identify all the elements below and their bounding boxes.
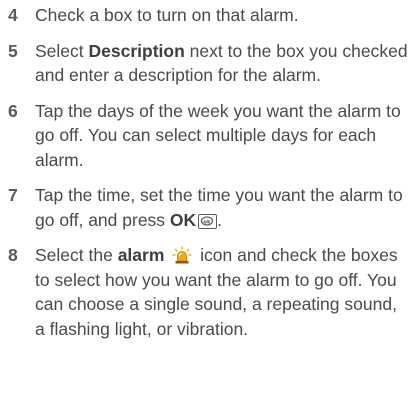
step-text: Check a box to turn on that alarm. xyxy=(35,5,299,25)
alarm-light-icon xyxy=(172,246,192,264)
step-number: 6 xyxy=(8,100,18,121)
step-4: 4 Check a box to turn on that alarm. xyxy=(8,3,410,28)
instruction-steps: 4 Check a box to turn on that alarm. 5 S… xyxy=(8,0,410,341)
step-8: 8 Select the alarm icon and check the bo… xyxy=(8,243,410,341)
step-7: 7 Tap the time, set the time you want th… xyxy=(8,183,410,232)
step-text: Tap the days of the week you want the al… xyxy=(35,100,401,170)
step-number: 5 xyxy=(8,40,18,61)
step-number: 4 xyxy=(8,5,18,25)
step-text: Select Description next to the box you c… xyxy=(35,40,408,86)
description-label: Description xyxy=(88,40,185,61)
step-5: 5 Select Description next to the box you… xyxy=(8,39,410,88)
step-number: 8 xyxy=(8,245,18,265)
ok-key-icon: ok xyxy=(198,213,218,229)
step-number: 7 xyxy=(8,185,18,205)
step-text: Select the alarm icon and check the boxe… xyxy=(35,245,398,339)
step-text: Tap the time, set the time you want the … xyxy=(35,185,403,230)
ok-label: OK xyxy=(169,209,197,230)
svg-text:ok: ok xyxy=(203,219,211,225)
step-6: 6 Tap the days of the week you want the … xyxy=(8,99,410,173)
alarm-label: alarm xyxy=(117,245,165,265)
